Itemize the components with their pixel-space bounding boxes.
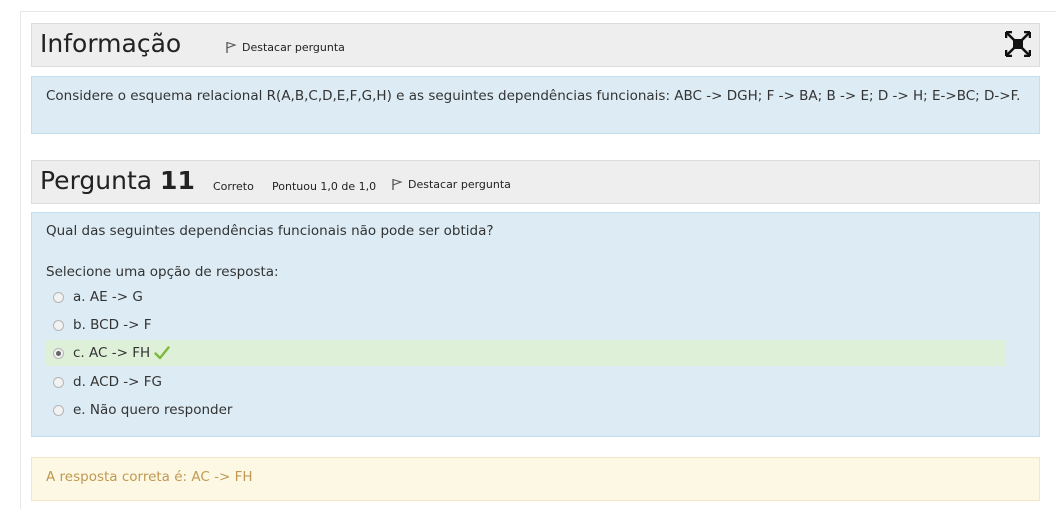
- info-text: Considere o esquema relacional R(A,B,C,D…: [46, 88, 1021, 104]
- question-header: Pergunta 11 Correto Pontuou 1,0 de 1,0 D…: [31, 160, 1040, 204]
- question-flag-button[interactable]: Destacar pergunta: [391, 178, 511, 191]
- answer-option-a[interactable]: a. AE -> G: [46, 284, 1006, 310]
- flag-icon: [392, 178, 403, 190]
- checkmark-icon: [154, 346, 170, 360]
- question-grade: Pontuou 1,0 de 1,0: [272, 180, 377, 193]
- info-content: Considere o esquema relacional R(A,B,C,D…: [31, 76, 1040, 134]
- radio-a[interactable]: [53, 291, 64, 303]
- flag-label: Destacar pergunta: [408, 178, 511, 191]
- option-label: c. AC -> FH: [73, 345, 151, 361]
- answer-option-b[interactable]: b. BCD -> F: [46, 312, 1006, 338]
- correct-answer-text: A resposta correta é: AC -> FH: [46, 469, 253, 485]
- flag-icon: [226, 41, 237, 53]
- question-prompt: Qual das seguintes dependências funciona…: [46, 223, 494, 239]
- info-title: Informação: [40, 29, 182, 58]
- option-label: a. AE -> G: [73, 289, 143, 305]
- flag-label: Destacar pergunta: [242, 41, 345, 54]
- option-label: e. Não quero responder: [73, 402, 233, 418]
- question-number: 11: [160, 166, 195, 195]
- question-title-prefix: Pergunta: [40, 166, 153, 195]
- question-content: Qual das seguintes dependências funciona…: [31, 212, 1040, 437]
- fullscreen-exit-icon[interactable]: [1004, 30, 1032, 58]
- answer-option-e[interactable]: e. Não quero responder: [46, 397, 1006, 423]
- option-label: d. ACD -> FG: [73, 374, 162, 390]
- info-header: Informação Destacar pergunta: [31, 23, 1040, 67]
- info-flag-button[interactable]: Destacar pergunta: [225, 41, 345, 54]
- question-status: Correto: [213, 180, 254, 193]
- answer-option-d[interactable]: d. ACD -> FG: [46, 369, 1006, 395]
- answer-option-c[interactable]: c. AC -> FH: [46, 340, 1006, 366]
- radio-b[interactable]: [53, 319, 64, 331]
- option-label: b. BCD -> F: [73, 317, 152, 333]
- radio-d[interactable]: [53, 376, 64, 388]
- radio-e[interactable]: [53, 404, 64, 416]
- correct-answer-feedback: A resposta correta é: AC -> FH: [31, 457, 1040, 501]
- radio-c[interactable]: [53, 347, 64, 359]
- question-title: Pergunta 11: [40, 166, 195, 195]
- answer-select-label: Selecione uma opção de resposta:: [46, 264, 279, 280]
